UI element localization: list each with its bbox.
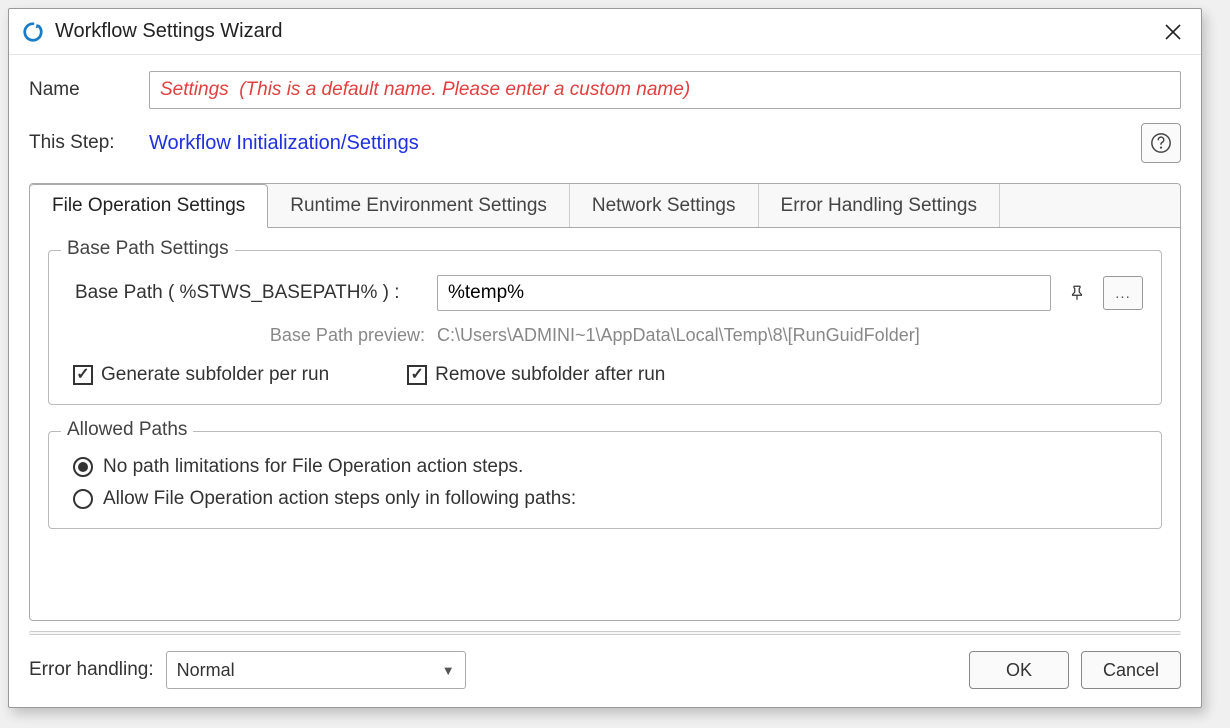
- step-link[interactable]: Workflow Initialization/Settings: [149, 132, 1141, 155]
- cancel-button[interactable]: Cancel: [1081, 651, 1181, 689]
- tab-error-handling-settings[interactable]: Error Handling Settings: [759, 184, 1000, 227]
- tab-label: Network Settings: [592, 195, 736, 217]
- close-button[interactable]: [1153, 12, 1193, 52]
- separator: [29, 631, 1181, 635]
- radio-label: No path limitations for File Operation a…: [103, 456, 523, 478]
- titlebar: Workflow Settings Wizard: [9, 9, 1201, 55]
- checkbox-icon: [73, 365, 93, 385]
- pin-button[interactable]: [1059, 275, 1095, 311]
- tab-runtime-environment-settings[interactable]: Runtime Environment Settings: [268, 184, 570, 227]
- name-row: Name: [29, 71, 1181, 109]
- base-path-label: Base Path ( %STWS_BASEPATH% ) :: [67, 282, 437, 304]
- window-title: Workflow Settings Wizard: [55, 20, 1153, 43]
- tab-label: Error Handling Settings: [781, 195, 977, 217]
- remove-subfolder-checkbox[interactable]: Remove subfolder after run: [407, 364, 665, 386]
- close-icon: [1164, 23, 1182, 41]
- radio-icon: [73, 489, 93, 509]
- subfolder-check-row: Generate subfolder per run Remove subfol…: [67, 364, 1143, 386]
- radio-only-following[interactable]: Allow File Operation action steps only i…: [67, 488, 1143, 510]
- tab-network-settings[interactable]: Network Settings: [570, 184, 759, 227]
- tab-label: File Operation Settings: [52, 195, 245, 217]
- checkbox-label: Remove subfolder after run: [435, 364, 665, 386]
- button-label: OK: [1006, 660, 1032, 681]
- dialog-content: Name This Step: Workflow Initialization/…: [9, 55, 1201, 651]
- ok-button[interactable]: OK: [969, 651, 1069, 689]
- name-input[interactable]: [149, 71, 1181, 109]
- allowed-paths-legend: Allowed Paths: [61, 419, 193, 441]
- radio-label: Allow File Operation action steps only i…: [103, 488, 576, 510]
- base-path-legend: Base Path Settings: [61, 238, 235, 260]
- tabs-container: File Operation Settings Runtime Environm…: [29, 183, 1181, 621]
- name-label: Name: [29, 79, 149, 101]
- tab-file-operation-settings[interactable]: File Operation Settings: [30, 184, 268, 228]
- select-value: Normal: [177, 660, 235, 681]
- base-path-row: Base Path ( %STWS_BASEPATH% ) : ...: [67, 275, 1143, 311]
- pin-icon: [1068, 284, 1086, 302]
- step-label: This Step:: [29, 132, 149, 154]
- preview-label: Base Path preview:: [67, 325, 437, 346]
- base-path-group: Base Path Settings Base Path ( %STWS_BAS…: [48, 250, 1162, 405]
- browse-button[interactable]: ...: [1103, 276, 1143, 310]
- preview-value: C:\Users\ADMINI~1\AppData\Local\Temp\8\[…: [437, 325, 920, 346]
- button-label: Cancel: [1103, 660, 1159, 681]
- help-button[interactable]: [1141, 123, 1181, 163]
- radio-no-limitations[interactable]: No path limitations for File Operation a…: [67, 456, 1143, 478]
- radio-icon: [73, 457, 93, 477]
- allowed-paths-group: Allowed Paths No path limitations for Fi…: [48, 431, 1162, 529]
- error-handling-select[interactable]: Normal ▼: [166, 651, 466, 689]
- app-icon: [21, 20, 45, 44]
- tab-label: Runtime Environment Settings: [290, 195, 547, 217]
- chevron-down-icon: ▼: [442, 663, 455, 678]
- base-path-input[interactable]: [437, 275, 1051, 311]
- ellipsis-icon: ...: [1115, 285, 1131, 302]
- help-icon: [1150, 132, 1172, 154]
- tab-body: Base Path Settings Base Path ( %STWS_BAS…: [30, 228, 1180, 620]
- generate-subfolder-checkbox[interactable]: Generate subfolder per run: [73, 364, 329, 386]
- name-input-wrap: [149, 71, 1181, 109]
- checkbox-icon: [407, 365, 427, 385]
- footer: Error handling: Normal ▼ OK Cancel: [9, 651, 1201, 707]
- preview-row: Base Path preview: C:\Users\ADMINI~1\App…: [67, 325, 1143, 346]
- step-row: This Step: Workflow Initialization/Setti…: [29, 123, 1181, 163]
- tab-strip: File Operation Settings Runtime Environm…: [30, 184, 1180, 228]
- checkbox-label: Generate subfolder per run: [101, 364, 329, 386]
- error-handling-label: Error handling:: [29, 659, 154, 681]
- dialog-window: Workflow Settings Wizard Name This Step:…: [8, 8, 1202, 708]
